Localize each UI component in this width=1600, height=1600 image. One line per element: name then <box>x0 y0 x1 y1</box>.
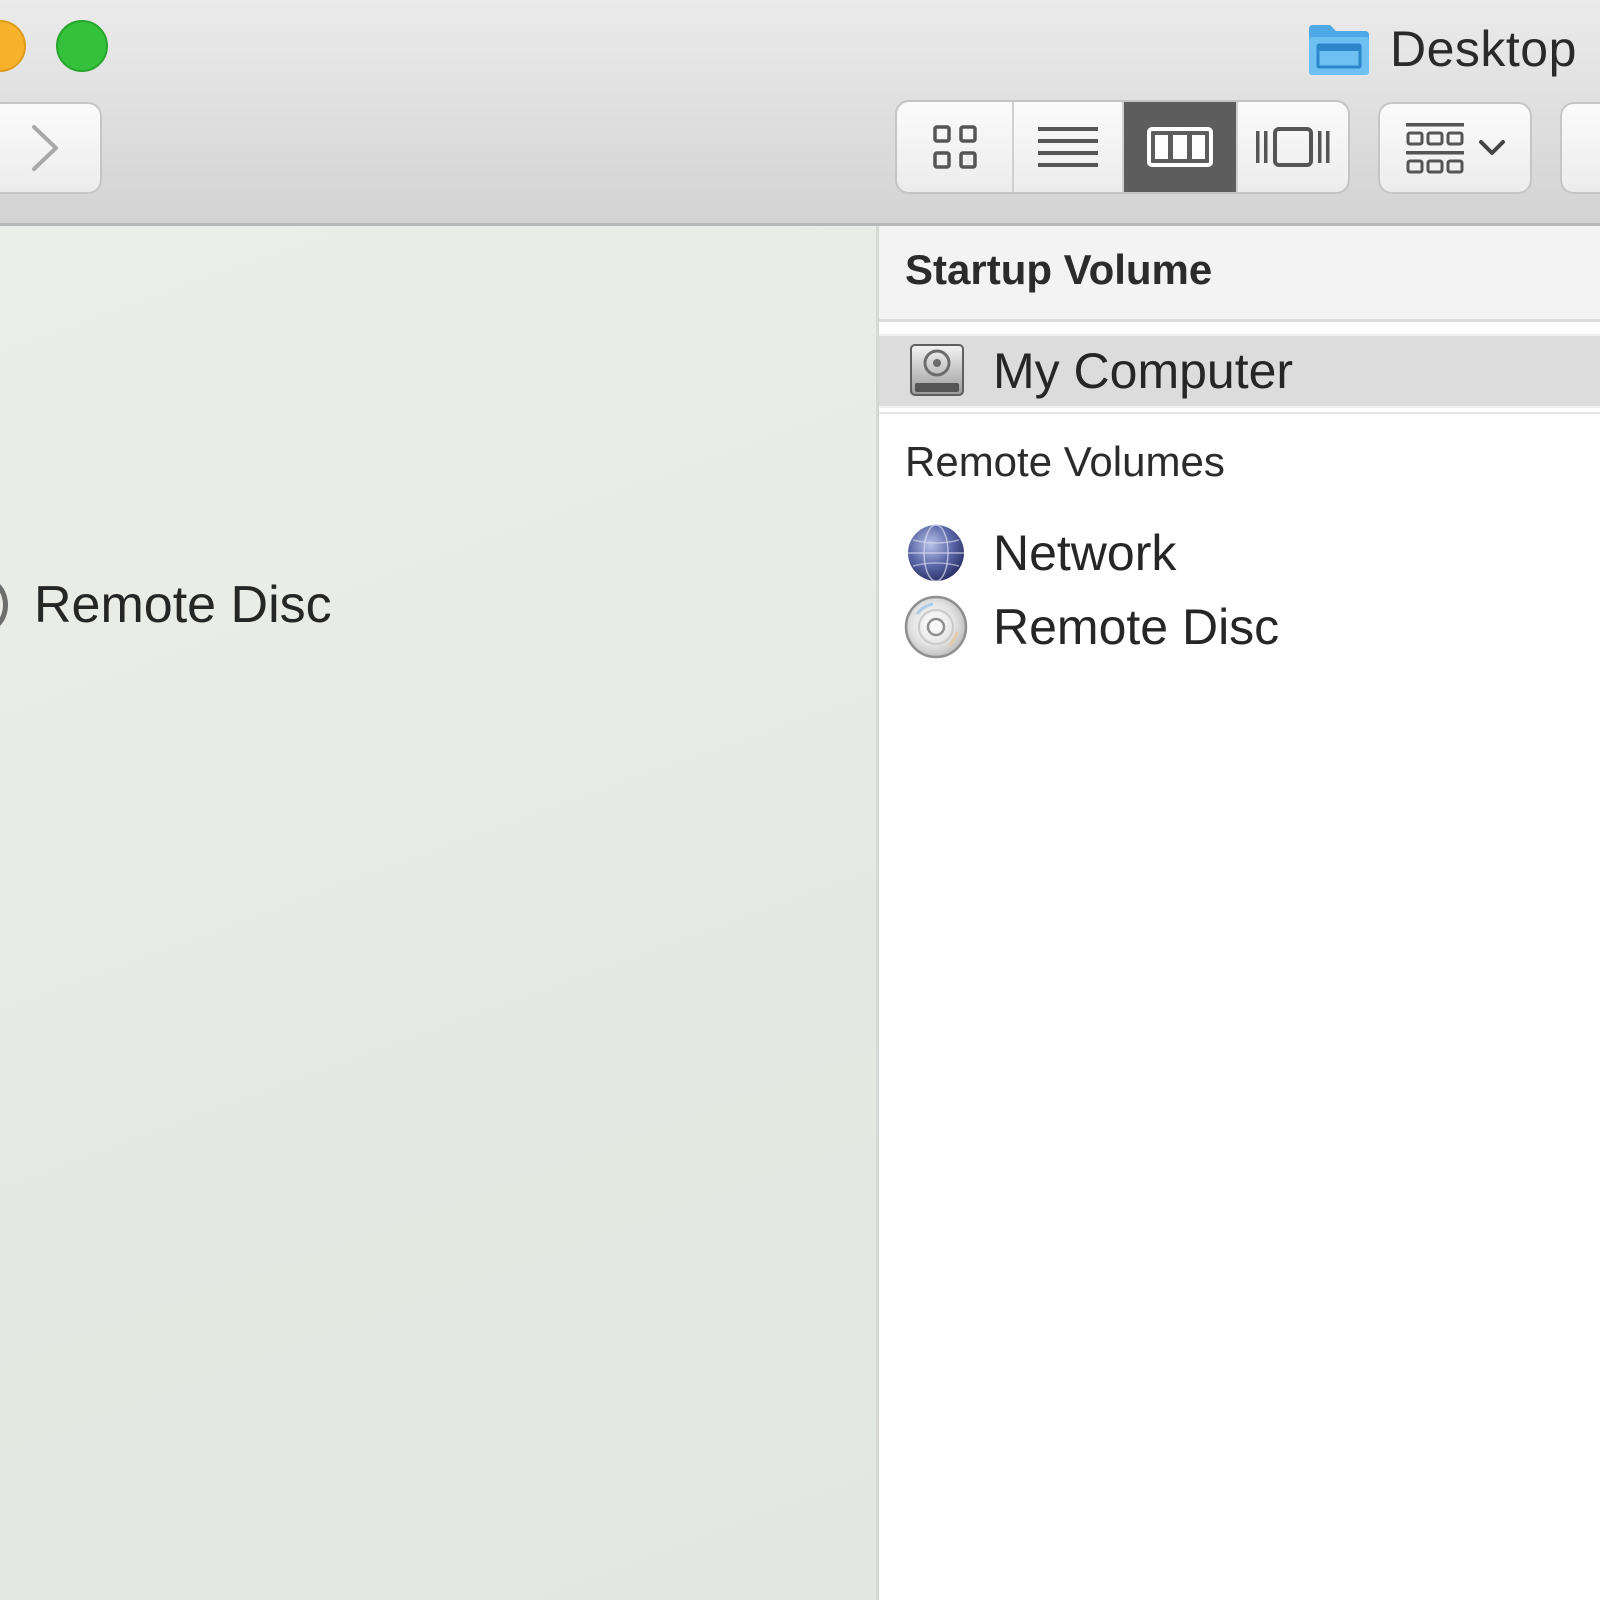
column-item-label[interactable]: Remote Disc <box>34 570 332 640</box>
column-pane-right: Startup Volume My Computer Remote Volume… <box>879 226 1600 1600</box>
arrange-button[interactable] <box>1378 102 1532 194</box>
cover-flow-view-button[interactable] <box>1238 102 1348 192</box>
arrange-grid-icon <box>1406 123 1464 174</box>
globe-icon <box>908 524 964 582</box>
columns-icon <box>1147 127 1213 167</box>
list-item-label: My Computer <box>993 343 1294 399</box>
disc-icon <box>0 578 8 632</box>
hard-drive-icon <box>910 344 964 396</box>
view-mode-control <box>895 100 1350 194</box>
section-header-startup: Startup Volume <box>879 226 1600 322</box>
disc-icon <box>904 595 968 659</box>
list-item-label: Network <box>993 525 1177 581</box>
icon-view-button[interactable] <box>897 102 1014 192</box>
window-title: Desktop <box>1390 21 1577 77</box>
section-separator <box>879 412 1600 414</box>
finder-window: Desktop Remote Disc Startup Volume My Co… <box>0 0 1600 1600</box>
list-icon <box>1038 127 1098 167</box>
grid-icon <box>932 125 977 169</box>
chevron-right-icon <box>32 125 58 171</box>
chevron-down-icon <box>1479 140 1505 155</box>
section-title: Remote Volumes <box>905 438 1225 485</box>
zoom-button[interactable] <box>56 20 108 72</box>
minimize-button[interactable] <box>0 20 26 72</box>
action-button[interactable] <box>1560 102 1600 194</box>
cover-flow-icon <box>1256 127 1330 167</box>
toolbar: Desktop <box>0 0 1600 226</box>
list-view-button[interactable] <box>1014 102 1124 192</box>
list-item-my-computer[interactable]: My Computer <box>879 334 1600 408</box>
list-item-remote-disc[interactable]: Remote Disc <box>879 592 1600 662</box>
forward-button[interactable] <box>0 102 102 194</box>
column-pane-left: Remote Disc <box>0 226 876 1600</box>
window-title-bar: Desktop <box>1306 14 1577 84</box>
folder-icon <box>1309 25 1369 75</box>
column-view-button[interactable] <box>1124 102 1238 192</box>
list-item-label: Remote Disc <box>993 599 1280 655</box>
list-item-network[interactable]: Network <box>879 518 1600 588</box>
section-title: Startup Volume <box>905 246 1213 293</box>
